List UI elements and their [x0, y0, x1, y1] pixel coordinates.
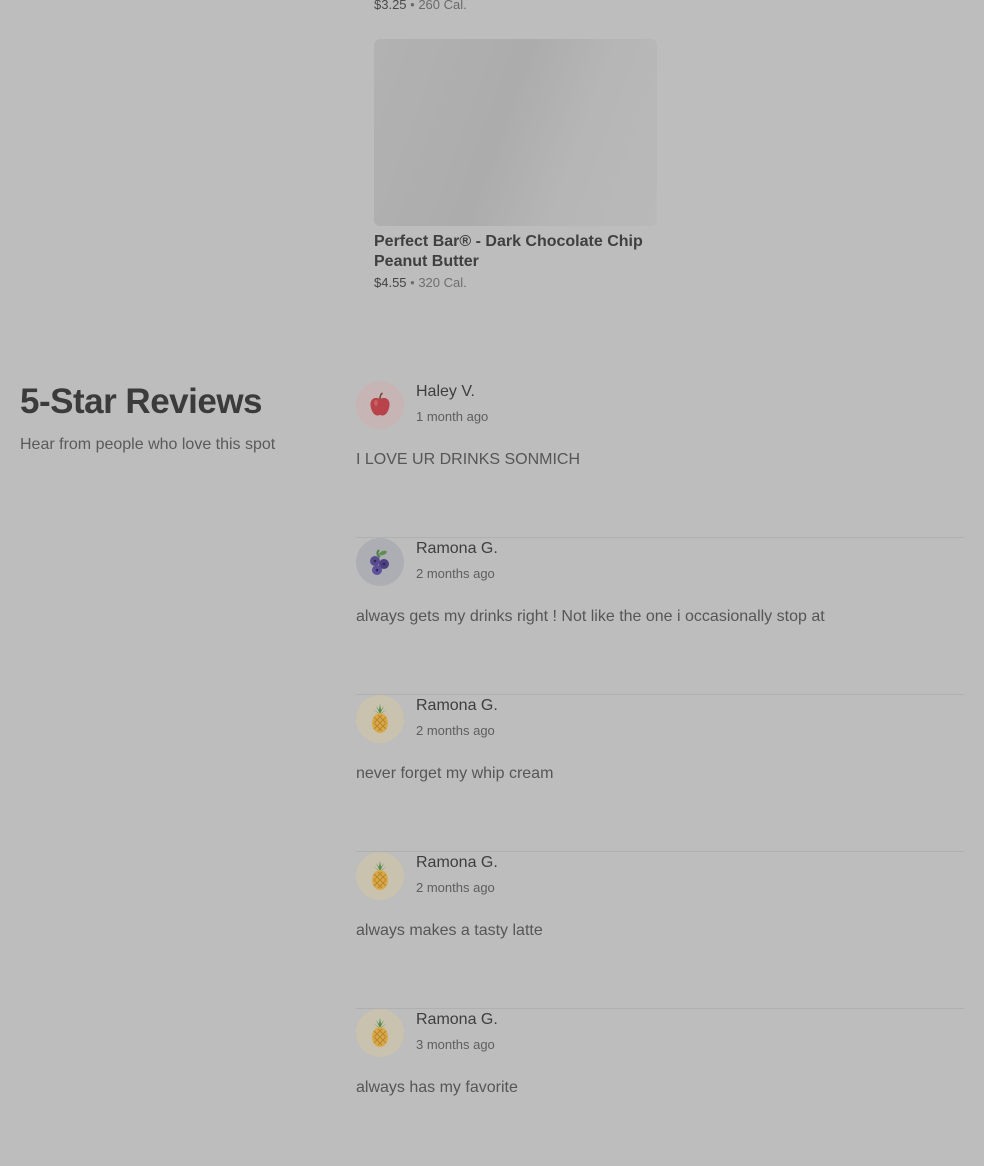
- review-text: never forget my whip cream: [356, 765, 554, 782]
- review-text: always gets my drinks right ! Not like t…: [356, 608, 825, 625]
- review-date: 2 months ago: [416, 880, 495, 895]
- review-date: 3 months ago: [416, 1037, 495, 1052]
- reviews-subtitle: Hear from people who love this spot: [20, 436, 276, 453]
- menu-item-name[interactable]: Perfect Bar® - Dark Chocolate Chip Peanu…: [374, 232, 657, 272]
- reviewer-name: Ramona G.: [416, 1011, 498, 1028]
- menu-item-card[interactable]: Perfect Bar® - Dark Chocolate Chip Peanu…: [374, 39, 657, 290]
- previous-item-price: $3.25: [374, 0, 407, 12]
- apple-icon: [370, 392, 390, 416]
- menu-item-image[interactable]: [374, 39, 657, 226]
- review-text: I LOVE UR DRINKS SONMICH: [356, 451, 581, 468]
- reviewer-name: Haley V.: [416, 383, 475, 400]
- review-text: always makes a tasty latte: [356, 922, 543, 939]
- pineapple-icon: [372, 704, 388, 733]
- review-date: 2 months ago: [416, 723, 495, 738]
- avatar: [356, 538, 404, 586]
- review-item: Haley V. 1 month ago I LOVE UR DRINKS SO…: [356, 381, 964, 538]
- menu-item-calories: 320 Cal.: [418, 275, 467, 290]
- previous-item-calories: 260 Cal.: [418, 0, 467, 12]
- avatar: [356, 852, 404, 900]
- review-text: always has my favorite: [356, 1079, 518, 1096]
- avatar: [356, 1009, 404, 1057]
- previous-item-meta: $3.25 • 260 Cal.: [374, 0, 467, 12]
- reviewer-name: Ramona G.: [416, 697, 498, 714]
- reviewer-name: Ramona G.: [416, 540, 498, 557]
- review-date: 1 month ago: [416, 409, 489, 424]
- review-item: Ramona G. 2 months ago always makes a ta…: [356, 852, 964, 1009]
- meta-separator: •: [406, 275, 419, 290]
- meta-separator: •: [406, 0, 419, 12]
- reviewer-name: Ramona G.: [416, 854, 498, 871]
- avatar: [356, 381, 404, 429]
- pineapple-icon: [372, 861, 388, 890]
- pineapple-icon: [372, 1018, 388, 1047]
- review-list: Haley V. 1 month ago I LOVE UR DRINKS SO…: [356, 381, 964, 1166]
- menu-item-price: $4.55: [374, 275, 407, 290]
- review-item: Ramona G. 3 months ago always has my fav…: [356, 1009, 964, 1166]
- avatar: [356, 695, 404, 743]
- blueberries-icon: [370, 549, 389, 575]
- menu-item-meta: $4.55 • 320 Cal.: [374, 275, 657, 290]
- review-item: Ramona G. 2 months ago never forget my w…: [356, 695, 964, 852]
- reviews-title: 5-Star Reviews: [20, 382, 263, 421]
- review-item: Ramona G. 2 months ago always gets my dr…: [356, 538, 964, 695]
- reviews-header: 5-Star Reviews Hear from people who love…: [20, 382, 275, 454]
- review-date: 2 months ago: [416, 566, 495, 581]
